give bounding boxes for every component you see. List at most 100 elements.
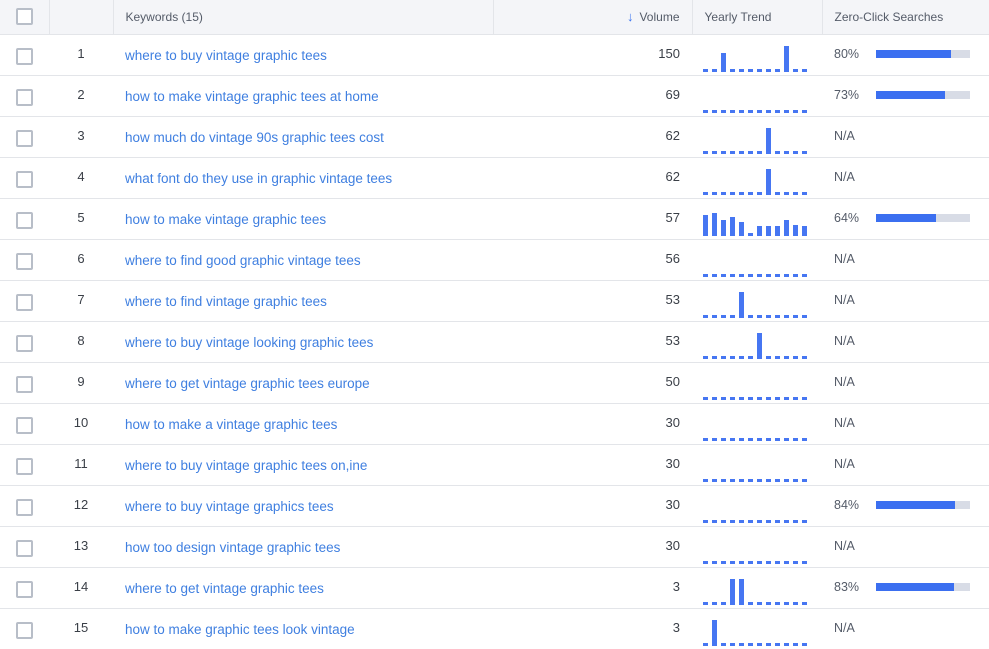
keyword-link[interactable]: where to find good graphic vintage tees	[125, 253, 361, 268]
volume-header[interactable]: ↓ Volume	[493, 0, 693, 35]
keyword-cell: where to find good graphic vintage tees	[113, 239, 493, 280]
trend-bar	[757, 332, 762, 359]
trend-bar	[766, 68, 771, 72]
row-number: 12	[73, 496, 89, 512]
keyword-link[interactable]: where to buy vintage looking graphic tee…	[125, 335, 373, 350]
trend-bar	[712, 396, 717, 400]
trend-bar	[712, 212, 717, 236]
trend-cell	[692, 444, 822, 485]
row-checkbox[interactable]	[16, 129, 33, 147]
table-row: 2 how to make vintage graphic tees at ho…	[0, 75, 989, 116]
row-checkbox[interactable]	[16, 334, 33, 352]
trend-cell	[692, 608, 822, 649]
zero-click-cell: N/A	[822, 403, 989, 444]
trend-bar	[793, 437, 798, 441]
trend-bar	[766, 127, 771, 154]
keyword-link[interactable]: where to get vintage graphic tees europe	[125, 376, 370, 391]
trend-sparkline	[703, 329, 807, 359]
keyword-link[interactable]: where to buy vintage graphic tees on,ine	[125, 458, 367, 473]
trend-bar	[793, 150, 798, 154]
row-select-cell	[0, 321, 49, 362]
trend-bar	[784, 109, 789, 113]
row-checkbox[interactable]	[16, 252, 33, 270]
trend-bar	[721, 355, 726, 359]
volume-value: 30	[665, 455, 680, 471]
row-checkbox[interactable]	[16, 580, 33, 598]
trend-bar	[739, 478, 744, 482]
keyword-link[interactable]: what font do they use in graphic vintage…	[125, 171, 392, 186]
trend-bar	[775, 68, 780, 72]
keyword-cell: how too design vintage graphic tees	[113, 526, 493, 567]
keyword-link[interactable]: how much do vintage 90s graphic tees cos…	[125, 130, 384, 145]
table-header: Keywords (15) ↓ Volume Yearly Trend Zero-…	[0, 0, 989, 35]
trend-bar	[739, 150, 744, 154]
zero-click-cell: 80%	[822, 34, 989, 75]
trend-bar	[775, 314, 780, 318]
trend-sparkline	[703, 575, 807, 605]
row-number: 3	[77, 127, 85, 143]
row-checkbox[interactable]	[16, 539, 33, 557]
zero-click-value: N/A	[834, 538, 855, 553]
zero-click-value: N/A	[834, 333, 855, 348]
trend-bar	[730, 578, 735, 605]
trend-bar	[766, 355, 771, 359]
row-checkbox[interactable]	[16, 375, 33, 393]
row-number: 5	[77, 209, 85, 225]
keyword-link[interactable]: how to make a vintage graphic tees	[125, 417, 337, 432]
keyword-link[interactable]: where to buy vintage graphics tees	[125, 499, 334, 514]
trend-sparkline	[703, 288, 807, 318]
row-checkbox[interactable]	[16, 416, 33, 434]
row-checkbox[interactable]	[16, 88, 33, 106]
trend-bar	[766, 601, 771, 605]
table-row: 4 what font do they use in graphic vinta…	[0, 157, 989, 198]
trend-bar	[730, 109, 735, 113]
row-checkbox[interactable]	[16, 47, 33, 65]
trend-sparkline	[703, 83, 807, 113]
zero-click-value: 64%	[834, 210, 860, 225]
row-checkbox[interactable]	[16, 498, 33, 516]
table-row: 8 where to buy vintage looking graphic t…	[0, 321, 989, 362]
row-checkbox[interactable]	[16, 457, 33, 475]
select-all-checkbox[interactable]	[15, 7, 33, 25]
trend-bar	[748, 273, 753, 277]
row-checkbox[interactable]	[16, 293, 33, 311]
zero-click-bar	[876, 213, 970, 222]
trend-bar	[757, 68, 762, 72]
trend-bar	[802, 68, 807, 72]
keyword-link[interactable]: how too design vintage graphic tees	[125, 540, 340, 555]
trend-bar	[748, 109, 753, 113]
keyword-link[interactable]: how to make vintage graphic tees at home	[125, 89, 379, 104]
trend-bar	[784, 150, 789, 154]
keyword-cell: where to find vintage graphic tees	[113, 280, 493, 321]
trend-bar	[766, 273, 771, 277]
volume-value: 62	[665, 168, 680, 184]
row-select-cell	[0, 198, 49, 239]
trend-bar	[739, 109, 744, 113]
volume-header-label: Volume	[639, 10, 680, 25]
trend-bar	[721, 560, 726, 564]
trend-bar	[757, 478, 762, 482]
row-select-cell	[0, 362, 49, 403]
trend-bar	[712, 355, 717, 359]
keyword-cell: where to buy vintage graphic tees on,ine	[113, 444, 493, 485]
trend-header[interactable]: Yearly Trend	[692, 0, 823, 35]
keyword-link[interactable]: where to buy vintage graphic tees	[125, 48, 327, 63]
trend-bar	[703, 601, 708, 605]
trend-bar	[757, 273, 762, 277]
zero-click-cell: N/A	[822, 526, 989, 567]
trend-bar	[721, 109, 726, 113]
keywords-header[interactable]: Keywords (15)	[113, 0, 494, 35]
trend-bar	[766, 478, 771, 482]
keyword-link[interactable]: where to find vintage graphic tees	[125, 294, 327, 309]
trend-bar	[757, 560, 762, 564]
row-checkbox[interactable]	[16, 621, 33, 639]
keyword-link[interactable]: how to make graphic tees look vintage	[125, 622, 355, 637]
keyword-link[interactable]: how to make vintage graphic tees	[125, 212, 326, 227]
row-select-cell	[0, 608, 49, 649]
zero-click-header[interactable]: Zero-Click Searches	[822, 0, 989, 35]
keyword-link[interactable]: where to get vintage graphic tees	[125, 581, 324, 596]
row-checkbox[interactable]	[16, 211, 33, 229]
trend-bar	[802, 642, 807, 646]
row-checkbox[interactable]	[16, 170, 33, 188]
trend-bar	[766, 225, 771, 236]
